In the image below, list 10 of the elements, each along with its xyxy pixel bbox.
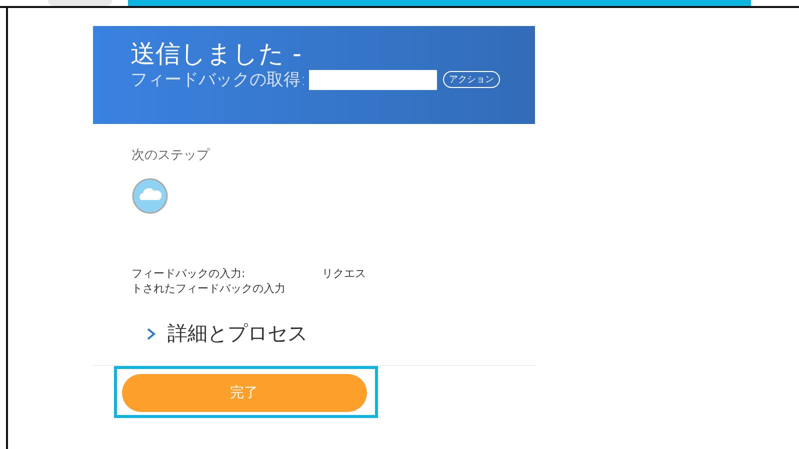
- action-button[interactable]: アクション: [443, 71, 500, 88]
- tab-shape: [48, 0, 112, 6]
- subtitle-label: フィードバックの取得:: [130, 69, 306, 91]
- cloud-icon: [132, 178, 168, 214]
- section-heading: 次のステップ: [132, 147, 211, 164]
- description-text: フィードバックの入力: リクエストされたフィードバックの入力: [132, 266, 368, 296]
- input-field[interactable]: [309, 70, 438, 90]
- header-title: 送信しました -: [130, 40, 302, 68]
- details-expander[interactable]: 詳細とプロセス: [146, 320, 534, 347]
- chevron-icon: [146, 326, 156, 340]
